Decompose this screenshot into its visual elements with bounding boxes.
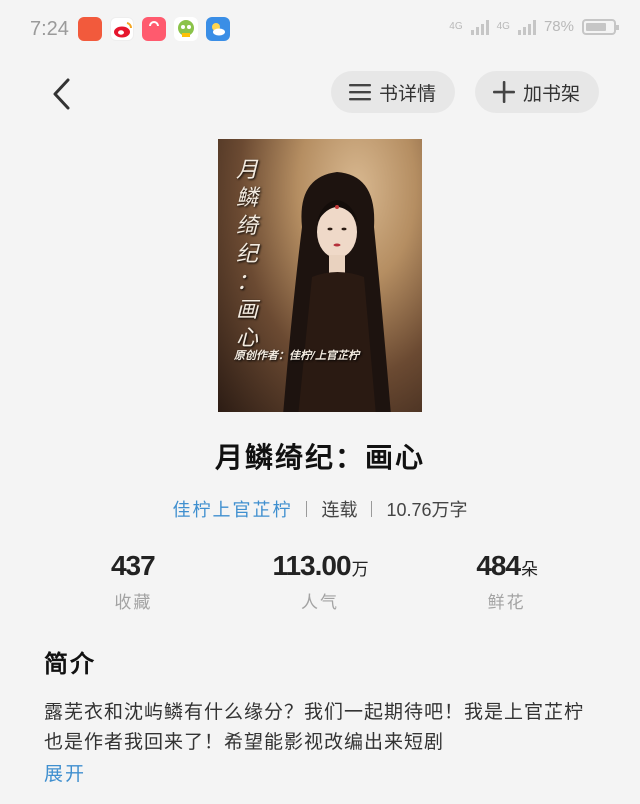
stat-label: 鲜花 xyxy=(487,593,526,613)
cover-title-text: 月 鳞 绮 纪 ： 画 心 xyxy=(236,158,259,351)
divider xyxy=(371,501,373,517)
red-app-icon xyxy=(78,17,102,41)
add-to-shelf-label: 加书架 xyxy=(523,82,581,105)
chevron-left-icon xyxy=(53,78,70,110)
word-count: 10.76万字 xyxy=(386,500,468,520)
status-bar: 7:24 4G 4G 78% xyxy=(0,0,640,60)
shopping-bag-icon xyxy=(142,17,166,41)
stat-unit: 万 xyxy=(351,560,369,579)
book-stats: 437 收藏 113.00万 人气 484朵 鲜花 xyxy=(40,550,600,613)
battery-percent: 78% xyxy=(543,18,574,35)
cover-author-text: 原创作者：佳柠/上官芷柠 xyxy=(234,349,360,362)
expand-button[interactable]: 展开 xyxy=(44,759,86,786)
status-time: 7:24 xyxy=(30,18,69,40)
add-to-shelf-button[interactable]: 加书架 xyxy=(475,71,599,113)
network-label-1: 4G xyxy=(449,21,463,32)
stat-value: 113.00 xyxy=(272,550,351,581)
stat-favorites: 437 收藏 xyxy=(40,550,227,613)
book-details-button[interactable]: 书详情 xyxy=(331,71,455,113)
stat-flowers: 484朵 鲜花 xyxy=(413,550,600,613)
signal-icon xyxy=(470,19,489,35)
battery-icon xyxy=(582,18,619,35)
divider xyxy=(306,501,308,517)
stat-unit: 朵 xyxy=(521,560,538,579)
author-link[interactable]: 佳柠上官芷柠 xyxy=(172,496,292,522)
cover-illustration xyxy=(283,172,391,412)
intro-heading: 简介 xyxy=(44,650,96,678)
book-meta: 佳柠上官芷柠 连载 10.76万字 xyxy=(0,496,640,522)
intro-text: 露芜衣和沈屿鳞有什么缘分？我们一起期待吧！我是上官芷柠也是作者我回来了！希望能影… xyxy=(44,701,585,753)
serial-status: 连载 xyxy=(321,500,358,521)
plus-icon xyxy=(493,81,515,103)
signal-icon xyxy=(517,19,536,35)
intro-section: 露芜衣和沈屿鳞有什么缘分？我们一起期待吧！我是上官芷柠也是作者我回来了！希望能影… xyxy=(44,697,600,757)
book-title: 月鳞绮纪：画心 xyxy=(214,441,425,474)
stat-label: 人气 xyxy=(301,593,339,613)
weather-icon xyxy=(206,17,230,41)
menu-icon xyxy=(349,84,371,101)
back-button[interactable] xyxy=(40,72,84,116)
green-app-icon xyxy=(174,17,198,41)
stat-popularity: 113.00万 人气 xyxy=(227,550,414,613)
stat-value: 484 xyxy=(476,550,521,581)
book-details-label: 书详情 xyxy=(379,82,437,105)
book-cover[interactable]: 月 鳞 绮 纪 ： 画 心 原创作者：佳柠/上官芷柠 xyxy=(218,139,422,412)
status-indicators: 4G 4G 78% xyxy=(449,18,619,35)
network-label-2: 4G xyxy=(496,21,510,32)
stat-value: 437 xyxy=(110,550,156,581)
weibo-icon xyxy=(110,17,134,41)
stat-label: 收藏 xyxy=(114,593,153,613)
